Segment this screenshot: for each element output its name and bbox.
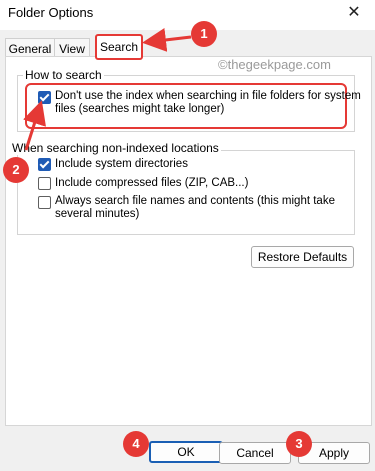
dont-use-index-label-line2: files (searches might take longer) xyxy=(55,103,225,115)
watermark: ©thegeekpage.com xyxy=(218,57,331,72)
cancel-button[interactable]: Cancel xyxy=(219,442,291,464)
include-system-directories-checkbox[interactable] xyxy=(38,158,51,171)
dont-use-index-label-line1: Don't use the index when searching in fi… xyxy=(55,90,361,102)
annotation-badge-4: 4 xyxy=(123,431,149,457)
include-system-directories-label: Include system directories xyxy=(55,158,188,170)
annotation-badge-1: 1 xyxy=(191,21,217,47)
include-compressed-files-checkbox[interactable] xyxy=(38,177,51,190)
always-search-contents-label-line1: Always search file names and contents (t… xyxy=(55,195,335,207)
dont-use-index-checkbox[interactable] xyxy=(38,91,51,104)
arrow-1 xyxy=(142,28,192,52)
how-to-search-legend: How to search xyxy=(23,68,104,82)
restore-defaults-button[interactable]: Restore Defaults xyxy=(251,246,354,268)
annotation-badge-3: 3 xyxy=(286,431,312,457)
close-icon[interactable]: ✕ xyxy=(333,0,375,30)
window-title: Folder Options xyxy=(8,5,94,20)
ok-button[interactable]: OK xyxy=(149,441,223,463)
include-compressed-files-label: Include compressed files (ZIP, CAB...) xyxy=(55,177,249,189)
title-bar: Folder Options ✕ xyxy=(0,0,375,30)
tab-search[interactable]: Search xyxy=(95,34,143,60)
non-indexed-legend: When searching non-indexed locations xyxy=(10,141,221,155)
always-search-contents-label-line2: several minutes) xyxy=(55,208,140,220)
always-search-contents-checkbox[interactable] xyxy=(38,196,51,209)
annotation-badge-2: 2 xyxy=(3,157,29,183)
